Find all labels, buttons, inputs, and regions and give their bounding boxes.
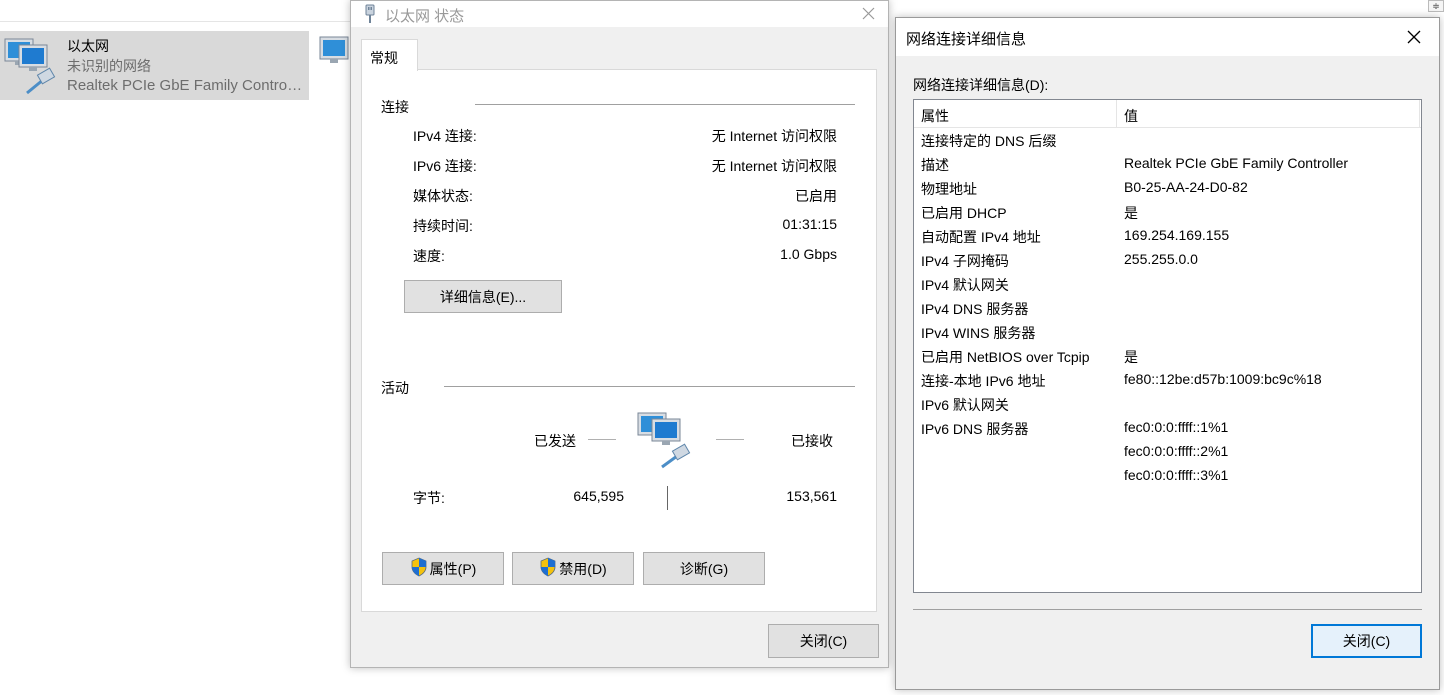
list-item[interactable]: 描述 Realtek PCIe GbE Family Controller <box>914 152 1421 176</box>
sent-line <box>588 439 616 440</box>
media-state-label: 媒体状态: <box>413 188 473 204</box>
list-item-property: 连接-本地 IPv6 地址 <box>921 373 1046 389</box>
adapter-item-ethernet[interactable]: 以太网 未识别的网络 Realtek PCIe GbE Family Contr… <box>0 31 309 100</box>
list-item-property: IPv4 WINS 服务器 <box>921 325 1036 341</box>
details-dialog-title: 网络连接详细信息 <box>906 31 1027 48</box>
bytes-divider <box>667 486 668 510</box>
list-item[interactable]: IPv4 WINS 服务器 <box>914 320 1421 344</box>
received-line <box>716 439 744 440</box>
listview-header: 属性 值 <box>914 100 1421 128</box>
adapter-device-name: Realtek PCIe GbE Family Controller <box>67 77 303 94</box>
list-item-property: 物理地址 <box>921 181 977 197</box>
general-tab-panel: 连接 IPv4 连接: 无 Internet 访问权限 IPv6 连接: 无 I… <box>361 69 877 612</box>
list-item[interactable]: fec0:0:0:ffff::3%1 <box>914 464 1421 488</box>
tab-general[interactable]: 常规 <box>361 39 418 71</box>
diagnose-button[interactable]: 诊断(G) <box>643 552 765 585</box>
network-adapter-icon[interactable] <box>318 35 352 82</box>
column-header-value[interactable]: 值 <box>1124 106 1138 126</box>
list-item-value: fec0:0:0:ffff::3%1 <box>1124 467 1229 483</box>
list-item-property: 已启用 DHCP <box>921 205 1007 221</box>
activity-divider <box>444 386 855 387</box>
details-dialog-titlebar: 网络连接详细信息 <box>896 18 1439 56</box>
ipv6-connectivity-label: IPv6 连接: <box>413 158 477 174</box>
column-divider[interactable] <box>1116 100 1117 127</box>
ethernet-status-dialog: 以太网 状态 常规 连接 IPv4 连接: 无 Internet 访问权限 IP… <box>350 0 889 668</box>
adapter-name: 以太网 <box>67 38 109 54</box>
details-listview[interactable]: 属性 值 连接特定的 DNS 后缀 描述 Realtek PCIe GbE Fam… <box>913 99 1422 593</box>
list-item-value: B0-25-AA-24-D0-82 <box>1124 179 1248 195</box>
list-item-property: 连接特定的 DNS 后缀 <box>921 133 1057 149</box>
list-item[interactable]: IPv6 DNS 服务器 fec0:0:0:ffff::1%1 <box>914 416 1421 440</box>
list-item[interactable]: 物理地址 B0-25-AA-24-D0-82 <box>914 176 1421 200</box>
list-item-value: 169.254.169.155 <box>1124 227 1230 243</box>
list-item-property: IPv4 默认网关 <box>921 277 1009 293</box>
uac-shield-icon <box>410 557 428 580</box>
close-icon[interactable] <box>853 1 883 27</box>
ipv4-connectivity-label: IPv4 连接: <box>413 128 477 144</box>
media-state-value: 已启用 <box>795 188 837 204</box>
list-item-property: IPv4 子网掩码 <box>921 253 1009 269</box>
list-item-property: 已启用 NetBIOS over Tcpip <box>921 349 1090 365</box>
list-item-value: 255.255.0.0 <box>1124 251 1198 267</box>
list-item[interactable]: 连接特定的 DNS 后缀 <box>914 128 1421 152</box>
list-item-value: fec0:0:0:ffff::1%1 <box>1124 419 1229 435</box>
connection-heading: 连接 <box>381 99 409 115</box>
list-item[interactable]: fec0:0:0:ffff::2%1 <box>914 440 1421 464</box>
list-item-value: 是 <box>1124 349 1138 365</box>
list-item[interactable]: IPv6 默认网关 <box>914 392 1421 416</box>
list-item[interactable]: 已启用 NetBIOS over Tcpip 是 <box>914 344 1421 368</box>
duration-label: 持续时间: <box>413 218 473 234</box>
list-item-value: fe80::12be:d57b:1009:bc9c%18 <box>1124 371 1322 387</box>
speed-value: 1.0 Gbps <box>780 246 837 262</box>
status-close-button[interactable]: 关闭(C) <box>768 624 879 658</box>
column-header-property[interactable]: 属性 <box>921 106 949 126</box>
details-list-label: 网络连接详细信息(D): <box>913 77 1049 93</box>
list-item[interactable]: IPv4 默认网关 <box>914 272 1421 296</box>
list-item-property: 自动配置 IPv4 地址 <box>921 229 1041 245</box>
details-button[interactable]: 详细信息(E)... <box>404 280 562 313</box>
close-icon[interactable] <box>1399 22 1429 52</box>
disable-button[interactable]: 禁用(D) <box>512 552 634 585</box>
list-item-value: Realtek PCIe GbE Family Controller <box>1124 155 1349 171</box>
ipv4-connectivity-value: 无 Internet 访问权限 <box>711 128 837 144</box>
speed-label: 速度: <box>413 248 445 264</box>
duration-value: 01:31:15 <box>782 216 838 232</box>
details-close-button[interactable]: 关闭(C) <box>1311 624 1422 658</box>
received-label: 已接收 <box>791 433 833 449</box>
window-corner-control[interactable]: ≑ <box>1428 0 1444 12</box>
column-divider[interactable] <box>1419 100 1420 127</box>
details-divider <box>913 609 1422 610</box>
uac-shield-icon <box>539 557 557 580</box>
list-item[interactable]: 自动配置 IPv4 地址 169.254.169.155 <box>914 224 1421 248</box>
list-item-property: IPv6 DNS 服务器 <box>921 421 1029 437</box>
connection-divider <box>475 104 855 105</box>
list-item-property: IPv6 默认网关 <box>921 397 1009 413</box>
properties-button-label: 属性(P) <box>429 560 477 577</box>
network-connection-details-dialog: 网络连接详细信息 网络连接详细信息(D): 属性 值 连接特定的 DNS 后缀 … <box>895 17 1440 690</box>
network-adapter-icon <box>1 35 61 98</box>
activity-heading: 活动 <box>381 380 409 396</box>
list-item[interactable]: IPv4 子网掩码 255.255.0.0 <box>914 248 1421 272</box>
status-dialog-titlebar: 以太网 状态 <box>351 1 888 27</box>
network-activity-icon <box>636 411 698 474</box>
list-item[interactable]: 连接-本地 IPv6 地址 fe80::12be:d57b:1009:bc9c%1… <box>914 368 1421 392</box>
list-item-property: 描述 <box>921 157 949 173</box>
ipv6-connectivity-value: 无 Internet 访问权限 <box>711 158 837 174</box>
list-item[interactable]: IPv4 DNS 服务器 <box>914 296 1421 320</box>
list-item[interactable]: 已启用 DHCP 是 <box>914 200 1421 224</box>
sent-label: 已发送 <box>534 433 576 449</box>
disable-button-label: 禁用(D) <box>559 560 607 577</box>
list-item-value: fec0:0:0:ffff::2%1 <box>1124 443 1229 459</box>
bytes-sent-value: 645,595 <box>573 488 624 504</box>
list-item-value: 是 <box>1124 205 1138 221</box>
adapter-network-status: 未识别的网络 <box>67 58 151 74</box>
explorer-toolbar-strip <box>0 0 352 22</box>
status-dialog-title: 以太网 状态 <box>385 8 465 25</box>
bytes-label: 字节: <box>413 490 445 506</box>
network-plug-icon <box>363 4 377 27</box>
list-item-property: IPv4 DNS 服务器 <box>921 301 1029 317</box>
properties-button[interactable]: 属性(P) <box>382 552 504 585</box>
bytes-received-value: 153,561 <box>786 488 837 504</box>
